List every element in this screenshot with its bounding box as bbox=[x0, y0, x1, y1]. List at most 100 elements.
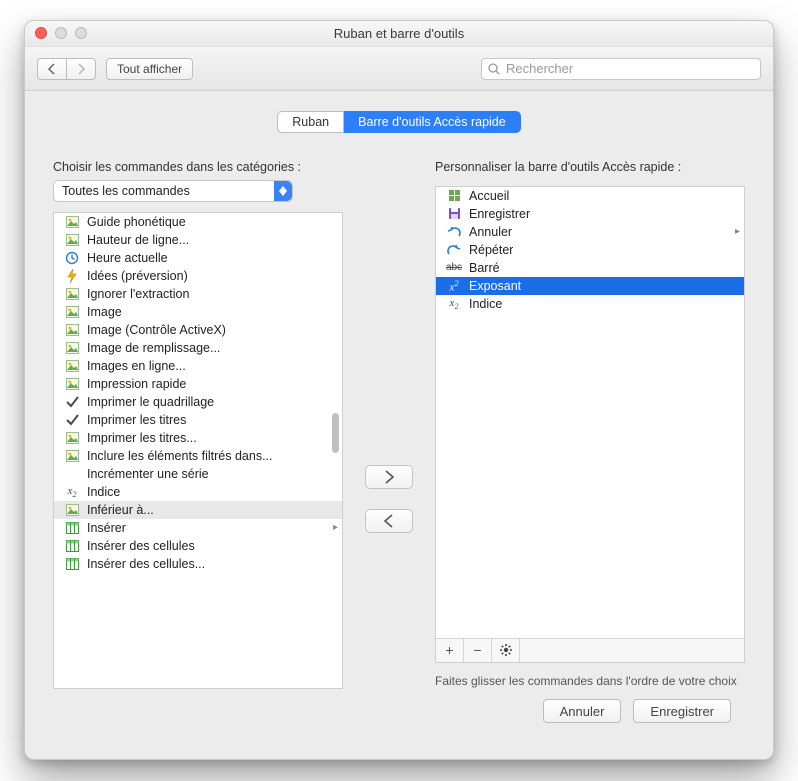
blue-a-icon bbox=[64, 214, 80, 230]
list-item[interactable]: abcBarré bbox=[436, 259, 744, 277]
undo-icon bbox=[446, 224, 462, 240]
list-item-label: Image bbox=[87, 305, 122, 319]
list-item[interactable]: Incrémenter une série bbox=[54, 465, 342, 483]
list-item[interactable]: Imprimer les titres... bbox=[54, 429, 342, 447]
cancel-button[interactable]: Annuler bbox=[543, 699, 622, 723]
list-item[interactable]: Idées (préversion) bbox=[54, 267, 342, 285]
list-item[interactable]: Insérer ▸ bbox=[54, 519, 342, 537]
list-item-label: Imprimer le quadrillage bbox=[87, 395, 214, 409]
tab-switcher: Ruban Barre d'outils Accès rapide bbox=[53, 111, 745, 133]
chevron-right-icon: ▸ bbox=[735, 226, 740, 237]
titlebar: Ruban et barre d'outils bbox=[25, 21, 773, 47]
list-item[interactable]: Insérer des cellules... bbox=[54, 555, 342, 573]
nav-segmented bbox=[37, 58, 96, 80]
list-item[interactable]: Image de remplissage... bbox=[54, 339, 342, 357]
show-all-button[interactable]: Tout afficher bbox=[106, 58, 193, 80]
list-item[interactable]: Enregistrer bbox=[436, 205, 744, 223]
category-select[interactable]: Toutes les commandes bbox=[53, 180, 293, 202]
search-input[interactable]: Rechercher bbox=[481, 58, 761, 80]
list-item-label: Heure actuelle bbox=[87, 251, 168, 265]
list-item[interactable]: x2 Indice bbox=[54, 483, 342, 501]
list-item[interactable]: Inclure les éléments filtrés dans... bbox=[54, 447, 342, 465]
chevron-right-icon: ▸ bbox=[333, 522, 338, 533]
toolbar: Tout afficher Rechercher bbox=[25, 47, 773, 91]
close-icon[interactable] bbox=[35, 27, 47, 39]
minimize-icon[interactable] bbox=[55, 27, 67, 39]
insert-icon bbox=[64, 556, 80, 572]
list-item[interactable]: Insérer des cellules bbox=[54, 537, 342, 555]
list-item-label: Image de remplissage... bbox=[87, 341, 220, 355]
list-item-label: Répéter bbox=[469, 243, 513, 257]
list-item-label: Indice bbox=[87, 485, 120, 499]
tab-qat[interactable]: Barre d'outils Accès rapide bbox=[344, 111, 521, 133]
img-online-icon bbox=[64, 358, 80, 374]
list-item[interactable]: Guide phonétique bbox=[54, 213, 342, 231]
commands-list[interactable]: Guide phonétique Hauteur de ligne... Heure… bbox=[53, 212, 343, 689]
qat-list[interactable]: Accueil Enregistrer Annuler ▸ Répéter abcBarr… bbox=[435, 186, 745, 663]
scrollbar-thumb[interactable] bbox=[332, 413, 339, 453]
list-item[interactable]: Ignorer l'extraction bbox=[54, 285, 342, 303]
preferences-window: Ruban et barre d'outils Tout afficher Re… bbox=[24, 20, 774, 760]
drag-hint: Faites glisser les commandes dans l'ordr… bbox=[435, 673, 745, 689]
back-button[interactable] bbox=[37, 58, 66, 80]
list-item-label: Insérer bbox=[87, 521, 126, 535]
list-item-label: Exposant bbox=[469, 279, 521, 293]
img-icon bbox=[64, 304, 80, 320]
x-sup-icon: x2 bbox=[446, 278, 462, 294]
window-title: Ruban et barre d'outils bbox=[334, 26, 464, 41]
list-item-label: Enregistrer bbox=[469, 207, 530, 221]
x2-icon: x2 bbox=[64, 484, 80, 500]
list-item-label: Annuler bbox=[469, 225, 512, 239]
list-item-label: Ignorer l'extraction bbox=[87, 287, 189, 301]
list-item-label: Image (Contrôle ActiveX) bbox=[87, 323, 226, 337]
list-item[interactable]: Heure actuelle bbox=[54, 249, 342, 267]
qat-add-button[interactable]: + bbox=[436, 639, 464, 662]
tab-ribbon[interactable]: Ruban bbox=[277, 111, 344, 133]
list-item[interactable]: Impression rapide bbox=[54, 375, 342, 393]
add-button[interactable] bbox=[365, 465, 413, 489]
commands-column: Choisir les commandes dans les catégorie… bbox=[53, 159, 343, 689]
list-item-label: Idées (préversion) bbox=[87, 269, 188, 283]
check-icon bbox=[64, 394, 80, 410]
qat-column: Personnaliser la barre d'outils Accès ra… bbox=[435, 159, 745, 689]
list-item[interactable]: Répéter bbox=[436, 241, 744, 259]
row-h-icon bbox=[64, 232, 80, 248]
list-item[interactable]: Hauteur de ligne... bbox=[54, 231, 342, 249]
list-item[interactable]: Annuler ▸ bbox=[436, 223, 744, 241]
list-item-label: Accueil bbox=[469, 189, 509, 203]
list-item-label: Insérer des cellules bbox=[87, 539, 195, 553]
commands-heading: Choisir les commandes dans les catégorie… bbox=[53, 159, 343, 176]
list-item[interactable]: x2 Exposant bbox=[436, 277, 744, 295]
list-item[interactable]: Images en ligne... bbox=[54, 357, 342, 375]
insert-icon bbox=[64, 520, 80, 536]
list-item-label: Inclure les éléments filtrés dans... bbox=[87, 449, 273, 463]
qat-heading: Personnaliser la barre d'outils Accès ra… bbox=[435, 159, 745, 176]
remove-button[interactable] bbox=[365, 509, 413, 533]
filter-icon bbox=[64, 448, 80, 464]
list-item[interactable]: Inférieur à... bbox=[54, 501, 342, 519]
titles-icon bbox=[64, 430, 80, 446]
blank-icon bbox=[64, 466, 80, 482]
list-item[interactable]: x2Indice bbox=[436, 295, 744, 313]
list-item-label: Indice bbox=[469, 297, 502, 311]
list-item-label: Inférieur à... bbox=[87, 503, 154, 517]
img-icon bbox=[64, 340, 80, 356]
list-item[interactable]: Accueil bbox=[436, 187, 744, 205]
list-item-label: Imprimer les titres... bbox=[87, 431, 197, 445]
select-stepper-icon bbox=[274, 181, 292, 201]
list-item[interactable]: Imprimer le quadrillage bbox=[54, 393, 342, 411]
qat-settings-button[interactable] bbox=[492, 639, 520, 662]
save-button[interactable]: Enregistrer bbox=[633, 699, 731, 723]
printer-icon bbox=[64, 376, 80, 392]
zoom-icon[interactable] bbox=[75, 27, 87, 39]
footer-buttons: Annuler Enregistrer bbox=[53, 689, 745, 739]
list-item-label: Insérer des cellules... bbox=[87, 557, 205, 571]
transfer-buttons bbox=[359, 159, 419, 689]
list-item[interactable]: Image (Contrôle ActiveX) bbox=[54, 321, 342, 339]
list-item[interactable]: Image bbox=[54, 303, 342, 321]
forward-button[interactable] bbox=[66, 58, 96, 80]
list-item-label: Hauteur de ligne... bbox=[87, 233, 189, 247]
bolt-icon bbox=[64, 268, 80, 284]
qat-remove-button[interactable]: − bbox=[464, 639, 492, 662]
list-item[interactable]: Imprimer les titres bbox=[54, 411, 342, 429]
